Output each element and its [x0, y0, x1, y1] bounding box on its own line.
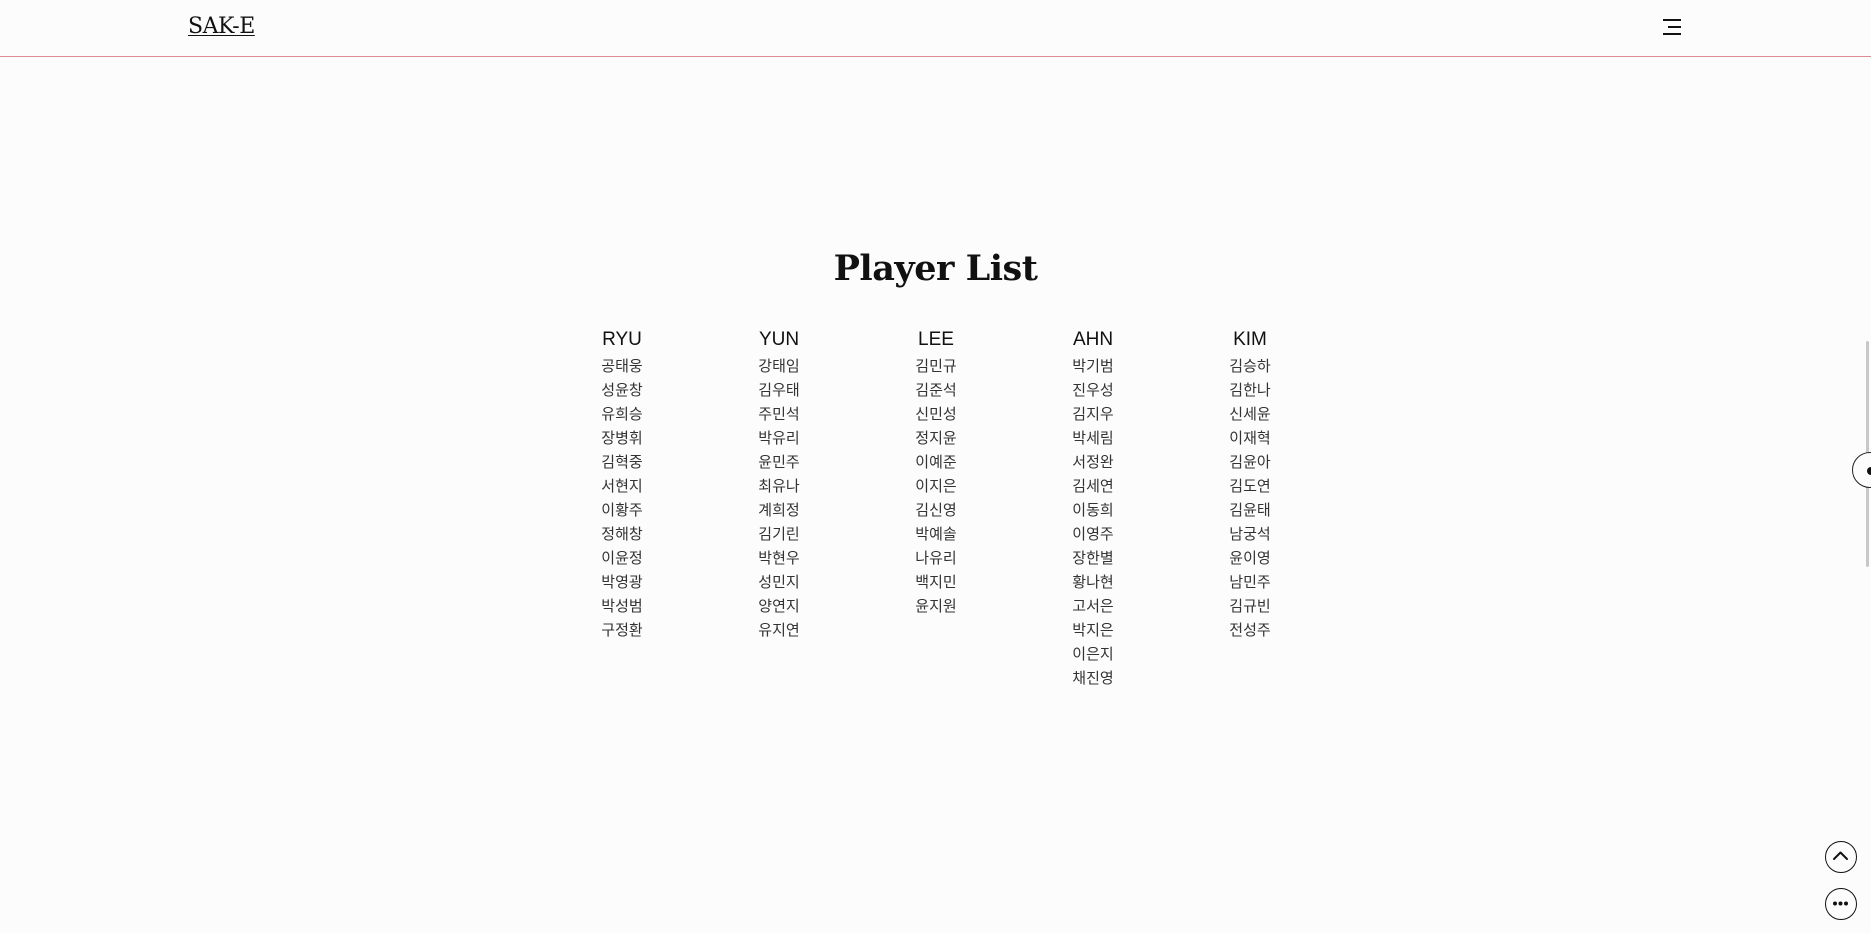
page-title: Player List [833, 248, 1038, 289]
player-name: 장한별 [1072, 549, 1114, 567]
menu-line [1668, 26, 1681, 28]
player-name: 박세림 [1072, 429, 1114, 447]
player-name: 김한나 [1229, 381, 1271, 399]
player-name: 박영광 [601, 573, 643, 591]
player-name: 공태웅 [601, 357, 643, 375]
player-name: 김세연 [1072, 477, 1114, 495]
chevron-up-icon [1833, 851, 1848, 860]
side-tab-dot [1867, 467, 1871, 475]
column-heading: RYU [602, 329, 642, 350]
player-name: 주민석 [758, 405, 800, 423]
player-name: 신민성 [915, 405, 957, 423]
player-name: 윤민주 [758, 453, 800, 471]
scrollbar[interactable] [1865, 56, 1871, 933]
player-column-yun: YUN 강태임김우태주민석박유리윤민주최유나계희정김기린박현우성민지양연지유지연 [719, 326, 839, 642]
player-name: 김지우 [1072, 405, 1114, 423]
player-name: 이지은 [915, 477, 957, 495]
side-tab-icon[interactable] [1852, 452, 1871, 488]
more-dots-icon [1833, 901, 1848, 906]
player-name: 윤이영 [1229, 549, 1271, 567]
hamburger-menu-icon[interactable] [1661, 17, 1681, 37]
player-name: 백지민 [915, 573, 957, 591]
column-heading: KIM [1233, 329, 1267, 350]
player-name: 김혁중 [601, 453, 643, 471]
player-name: 계희정 [758, 501, 800, 519]
player-name: 김윤아 [1229, 453, 1271, 471]
player-name: 박유리 [758, 429, 800, 447]
player-name: 성윤창 [601, 381, 643, 399]
player-name: 정해창 [601, 525, 643, 543]
player-name: 구정환 [601, 621, 643, 639]
player-name: 박기범 [1072, 357, 1114, 375]
player-name: 이영주 [1072, 525, 1114, 543]
player-name: 김규빈 [1229, 597, 1271, 615]
player-name: 김도연 [1229, 477, 1271, 495]
player-name: 이황주 [601, 501, 643, 519]
player-name: 성민지 [758, 573, 800, 591]
player-name: 김신영 [915, 501, 957, 519]
player-name: 장병휘 [601, 429, 643, 447]
player-name: 이동희 [1072, 501, 1114, 519]
player-list: 공태웅성윤창유희승장병휘김혁중서현지이황주정해창이윤정박영광박성범구정환 [562, 354, 682, 642]
player-name: 채진영 [1072, 669, 1114, 687]
player-name: 전성주 [1229, 621, 1271, 639]
scroll-top-button[interactable] [1825, 841, 1857, 873]
player-name: 유지연 [758, 621, 800, 639]
player-column-lee: LEE 김민규김준석신민성정지윤이예준이지은김신영박예솔나유리백지민윤지원 [876, 326, 996, 618]
player-name: 서정완 [1072, 453, 1114, 471]
player-name: 이예준 [915, 453, 957, 471]
site-header: SAK-E [0, 0, 1871, 57]
player-name: 이재혁 [1229, 429, 1271, 447]
player-name: 신세윤 [1229, 405, 1271, 423]
player-name: 박지은 [1072, 621, 1114, 639]
player-name: 박현우 [758, 549, 800, 567]
player-name: 진우성 [1072, 381, 1114, 399]
player-list: 강태임김우태주민석박유리윤민주최유나계희정김기린박현우성민지양연지유지연 [719, 354, 839, 642]
player-name: 정지윤 [915, 429, 957, 447]
column-heading: LEE [918, 329, 954, 350]
player-name: 강태임 [758, 357, 800, 375]
more-options-button[interactable] [1825, 888, 1857, 920]
player-name: 최유나 [758, 477, 800, 495]
player-name: 이은지 [1072, 645, 1114, 663]
player-name: 박예솔 [915, 525, 957, 543]
player-name: 유희승 [601, 405, 643, 423]
player-name: 윤지원 [915, 597, 957, 615]
player-name: 남궁석 [1229, 525, 1271, 543]
site-logo[interactable]: SAK-E [188, 14, 255, 39]
player-name: 고서은 [1072, 597, 1114, 615]
player-name: 남민주 [1229, 573, 1271, 591]
player-name: 김우태 [758, 381, 800, 399]
player-name: 나유리 [915, 549, 957, 567]
player-name: 김기린 [758, 525, 800, 543]
player-list: 박기범진우성김지우박세림서정완김세연이동희이영주장한별황나현고서은박지은이은지채… [1033, 354, 1153, 690]
player-column-ahn: AHN 박기범진우성김지우박세림서정완김세연이동희이영주장한별황나현고서은박지은이… [1033, 326, 1153, 690]
column-heading: AHN [1072, 329, 1114, 350]
player-name: 김준석 [915, 381, 957, 399]
player-name: 박성범 [601, 597, 643, 615]
player-name: 서현지 [601, 477, 643, 495]
menu-line [1663, 33, 1681, 35]
player-name: 김승하 [1229, 357, 1271, 375]
menu-line [1663, 19, 1681, 21]
player-name: 양연지 [758, 597, 800, 615]
player-name: 김윤태 [1229, 501, 1271, 519]
player-column-kim: KIM 김승하김한나신세윤이재혁김윤아김도연김윤태남궁석윤이영남민주김규빈전성주 [1190, 326, 1310, 642]
player-name: 김민규 [915, 357, 957, 375]
player-name: 이윤정 [601, 549, 643, 567]
player-column-ryu: RYU 공태웅성윤창유희승장병휘김혁중서현지이황주정해창이윤정박영광박성범구정환 [562, 326, 682, 642]
player-list: 김승하김한나신세윤이재혁김윤아김도연김윤태남궁석윤이영남민주김규빈전성주 [1190, 354, 1310, 642]
player-list: 김민규김준석신민성정지윤이예준이지은김신영박예솔나유리백지민윤지원 [876, 354, 996, 618]
player-name: 황나현 [1072, 573, 1114, 591]
column-heading: YUN [758, 329, 800, 350]
